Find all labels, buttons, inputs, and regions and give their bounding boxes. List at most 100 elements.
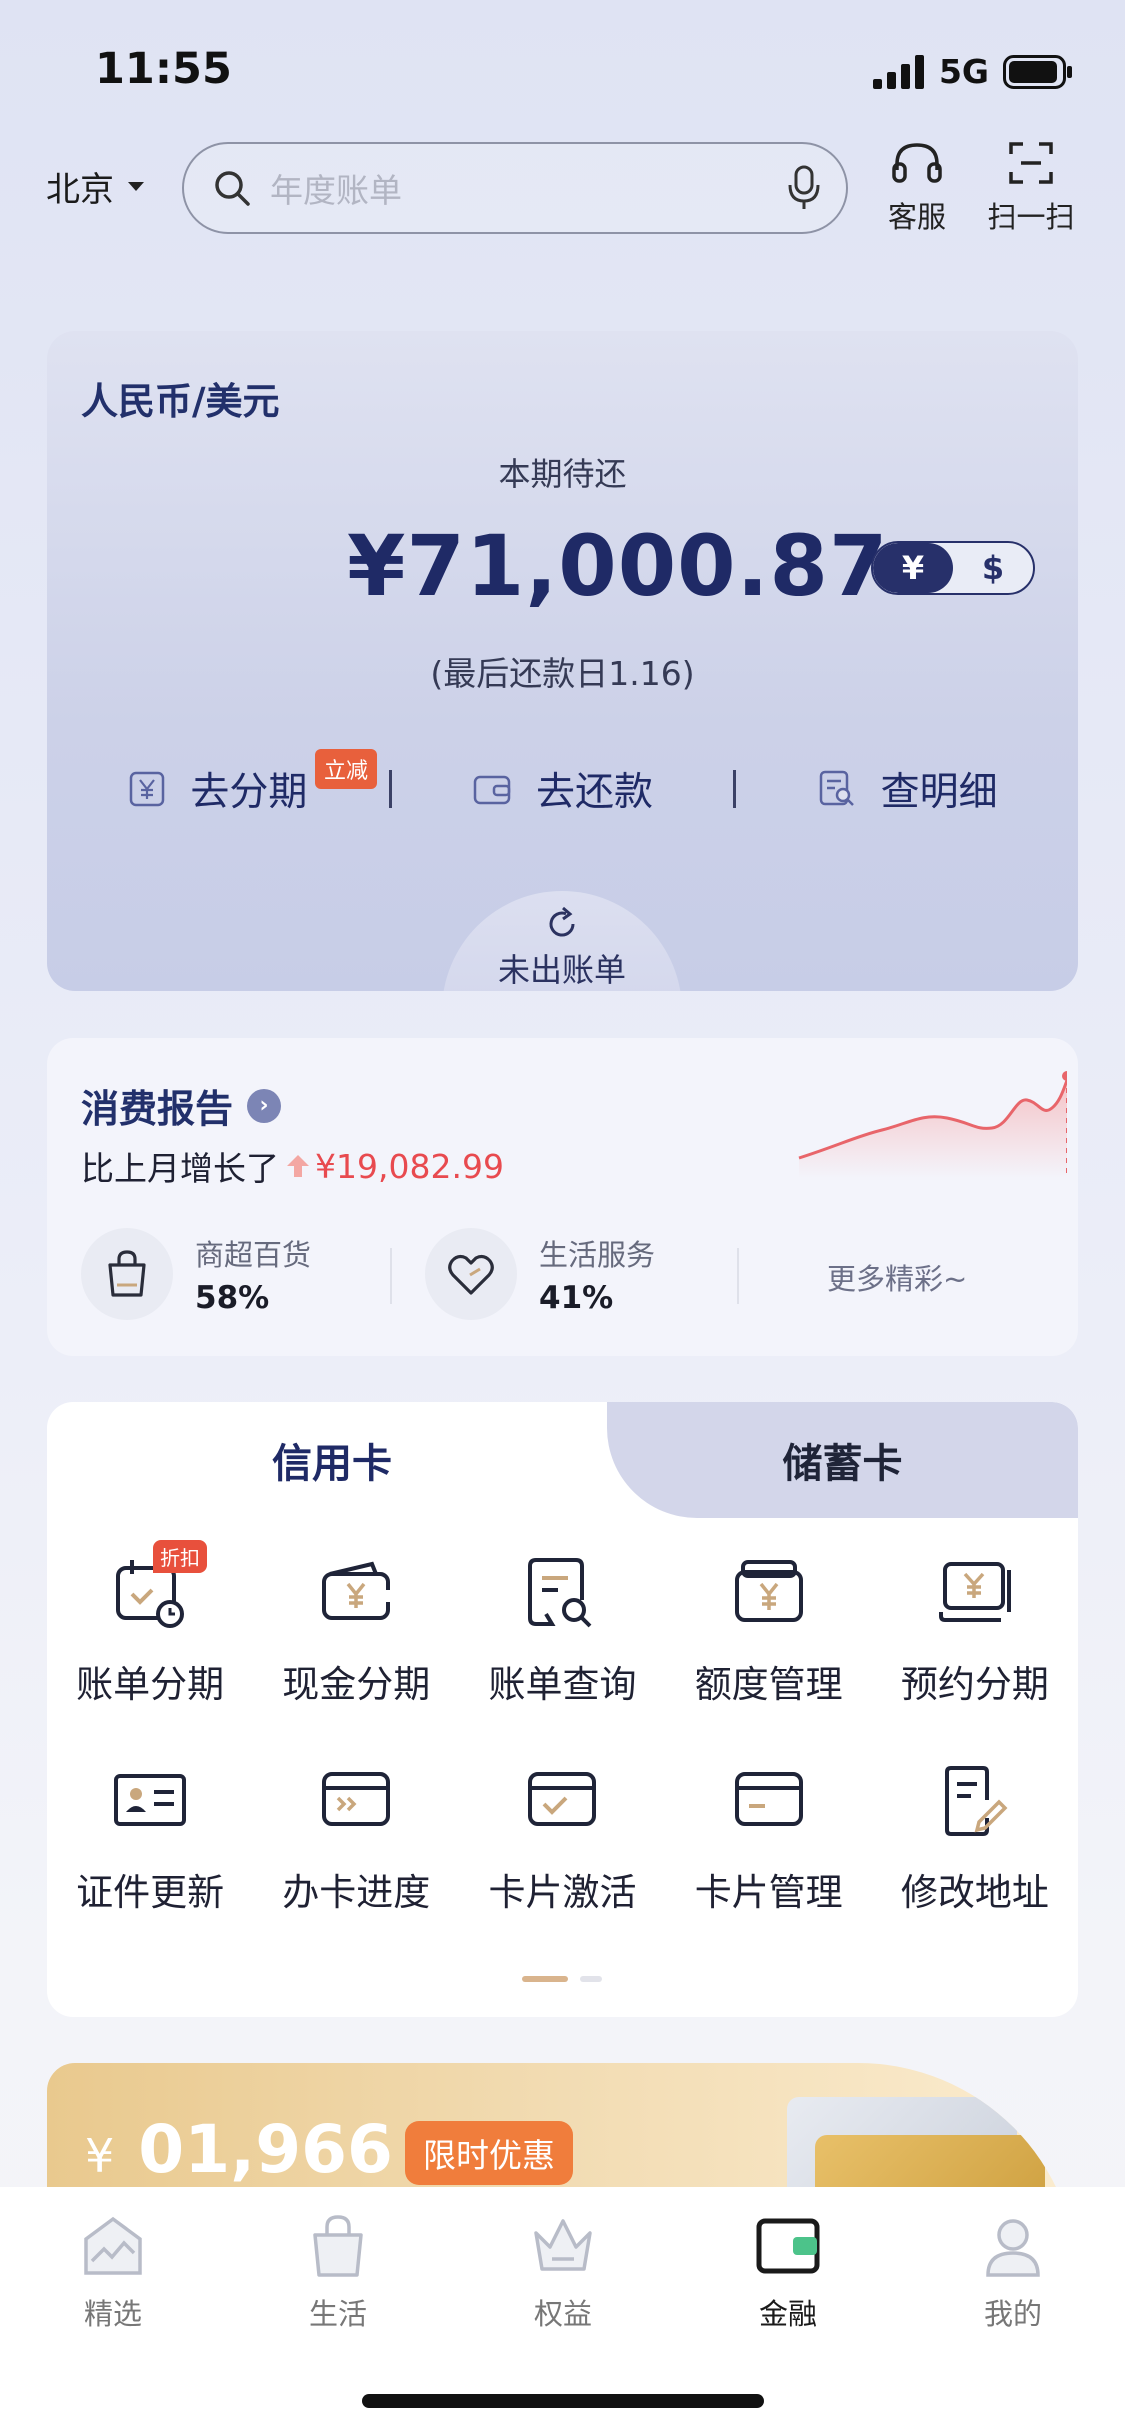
wallet-icon [473, 775, 511, 805]
statement-actions: 去分期 去还款 查明细 [47, 761, 1078, 817]
nav-profile[interactable]: 我的 [953, 2211, 1073, 2333]
report-title: 消费报告 [81, 1087, 234, 1131]
page-dot-active [522, 1976, 568, 1982]
category-name: 商超百货 [195, 1238, 312, 1272]
category-percent: 41% [539, 1280, 614, 1316]
microphone-icon[interactable] [786, 165, 822, 211]
service-grid: 折扣 账单分期 现金分期 账单查询 额度管理 预约分期 证件更新 办卡进度 卡片… [47, 1540, 1078, 1916]
crown-icon [534, 2219, 592, 2271]
service-label: 修改地址 [900, 1871, 1049, 1914]
service-label: 预约分期 [900, 1663, 1049, 1706]
signal-icon [872, 54, 924, 89]
card-progress-icon [322, 1772, 391, 1826]
repay-label: 去还款 [536, 770, 654, 815]
chevron-down-icon [128, 182, 144, 191]
service-bill-query[interactable]: 账单查询 [459, 1552, 665, 1708]
service-cash-installment[interactable]: 现金分期 [253, 1552, 459, 1708]
period-label: 本期待还 [498, 455, 627, 493]
yen-square-icon [130, 771, 165, 807]
service-label: 额度管理 [694, 1663, 843, 1706]
search-placeholder: 年度账单 [270, 171, 402, 210]
nav-label: 权益 [533, 2297, 592, 2331]
arrow-up-icon [287, 1155, 309, 1177]
details-label: 查明细 [880, 770, 998, 815]
usd-option[interactable]: $ [953, 543, 1033, 593]
page-indicator [522, 1976, 602, 1982]
unbilled-button[interactable]: 未出账单 [442, 891, 682, 991]
service-id-update[interactable]: 证件更新 [47, 1760, 253, 1916]
search-bar[interactable]: 年度账单 [182, 142, 848, 234]
amount-due: ¥71,000.87 [347, 517, 889, 615]
promo-currency: ¥ [85, 2129, 115, 2183]
installment-button[interactable]: 去分期 [47, 761, 389, 817]
nav-label: 生活 [308, 2297, 367, 2331]
trend-sparkline [798, 1071, 1067, 1178]
cash-wallet-icon [322, 1561, 391, 1620]
finance-wallet-icon [756, 2218, 820, 2274]
tab-debit-label: 储蓄卡 [782, 1441, 903, 1487]
scan-label: 扫一扫 [987, 200, 1075, 234]
service-label: 现金分期 [282, 1663, 431, 1706]
shopping-bag-icon [81, 1228, 173, 1320]
currency-title: 人民币/美元 [81, 380, 280, 423]
category-item[interactable]: 商超百货 58% [81, 1228, 311, 1320]
service-label: 账单查询 [488, 1663, 637, 1706]
report-title-link[interactable]: 消费报告 › [81, 1078, 282, 1133]
city-selector[interactable]: 北京 [46, 162, 144, 211]
tab-debit-card[interactable]: 储蓄卡 [607, 1402, 1078, 1518]
service-credit-limit[interactable]: 额度管理 [666, 1552, 872, 1708]
scan-button[interactable]: 扫一扫 [986, 140, 1076, 236]
id-card-icon [114, 1774, 187, 1826]
discount-tag: 折扣 [153, 1540, 207, 1573]
chevron-right-icon: › [247, 1088, 282, 1123]
service-label: 卡片管理 [694, 1871, 843, 1914]
more-link[interactable]: 更多精彩~ [827, 1256, 967, 1298]
nav-life[interactable]: 生活 [278, 2211, 398, 2333]
page-dot [580, 1976, 602, 1982]
headset-icon [892, 143, 942, 183]
divider [737, 1248, 739, 1304]
repay-button[interactable]: 去还款 [392, 761, 734, 817]
increase-value-wrap: ¥19,082.99 [285, 1147, 504, 1186]
document-search-icon [819, 770, 854, 806]
nav-label: 精选 [83, 2297, 142, 2331]
heart-icon [425, 1228, 517, 1320]
details-button[interactable]: 查明细 [736, 761, 1078, 817]
battery-icon [1003, 54, 1072, 89]
nav-featured[interactable]: 精选 [53, 2211, 173, 2333]
report-comparison: 比上月增长了 ¥19,082.99 [81, 1142, 504, 1190]
unbilled-label: 未出账单 [497, 951, 626, 989]
service-application-progress[interactable]: 办卡进度 [253, 1760, 459, 1916]
nav-benefits[interactable]: 权益 [503, 2211, 623, 2333]
featured-icon [84, 2216, 142, 2275]
service-bill-installment[interactable]: 折扣 账单分期 [47, 1540, 253, 1708]
limit-wallet-icon [734, 1560, 803, 1622]
currency-toggle[interactable]: ¥ $ [871, 541, 1035, 595]
nav-label: 金融 [758, 2297, 817, 2331]
document-search-icon [528, 1558, 592, 1628]
statement-card: 人民币/美元 本期待还 ¥71,000.87 ¥ $ (最后还款日1.16) 立… [47, 331, 1078, 991]
service-card-management[interactable]: 卡片管理 [666, 1760, 872, 1916]
cny-option[interactable]: ¥ [873, 543, 953, 593]
bag-icon [313, 2215, 363, 2277]
category-item[interactable]: 生活服务 41% [425, 1228, 655, 1320]
increase-value: ¥19,082.99 [315, 1146, 504, 1186]
service-card-activation[interactable]: 卡片激活 [459, 1760, 665, 1916]
customer-service-label: 客服 [887, 200, 946, 234]
service-change-address[interactable]: 修改地址 [872, 1760, 1078, 1916]
service-label: 卡片激活 [488, 1871, 637, 1914]
spending-report-card[interactable]: 消费报告 › 比上月增长了 ¥19,082.99 商超百货 58% 生活服务 4… [47, 1038, 1078, 1356]
promo-amount-wrap: ¥ 01,966 [85, 2111, 393, 2188]
customer-service-button[interactable]: 客服 [872, 140, 962, 236]
scan-icon [1009, 142, 1053, 184]
home-indicator[interactable] [362, 2394, 764, 2408]
search-icon [215, 171, 250, 206]
tab-credit-card[interactable]: 信用卡 [47, 1402, 617, 1518]
divider [390, 1248, 392, 1304]
service-scheduled-installment[interactable]: 预约分期 [872, 1552, 1078, 1708]
nav-finance[interactable]: 金融 [728, 2211, 848, 2333]
card-check-icon [528, 1772, 597, 1826]
service-label: 证件更新 [76, 1871, 225, 1914]
status-icons: 5G [872, 52, 1073, 91]
category-name: 生活服务 [539, 1238, 656, 1272]
